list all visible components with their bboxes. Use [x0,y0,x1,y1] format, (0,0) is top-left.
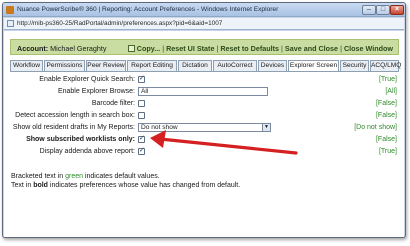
old-drafts-select[interactable]: Do not show ▼ [138,123,271,132]
tab-dictation[interactable]: Dictation [178,60,212,71]
legend: Bracketed text in green indicates defaul… [11,172,240,190]
pref-row: Enable Explorer Browse: All [All] [10,87,399,97]
url-text[interactable]: http://mib-ps360-25/RadPortal/admin/pref… [17,20,222,27]
minimize-icon[interactable]: – [362,5,376,15]
barcode-filter-checkbox[interactable] [138,100,145,107]
pref-label: Enable Explorer Browse: [57,88,135,95]
reset-to-defaults-link[interactable]: Reset to Defaults [220,44,279,53]
default-value: [False] [375,100,397,107]
legend-line-1: Bracketed text in green indicates defaul… [11,173,160,180]
tab-devices[interactable]: Devices [258,60,287,71]
addenda-above-checkbox[interactable] [138,146,145,155]
ie-app-icon [6,6,14,14]
subscribed-worklists-checkbox[interactable] [138,134,145,143]
tab-permissions[interactable]: Permissions [44,60,85,71]
tab-autocorrect[interactable]: AutoCorrect [213,60,257,71]
pref-label: Show old resident drafts in My Reports: [12,124,135,131]
default-value: [True] [378,148,397,155]
default-value: [All] [385,88,397,95]
copy-icon[interactable] [127,45,135,52]
detect-accession-checkbox[interactable] [138,112,145,119]
default-value: [False] [375,136,397,143]
account-bar: Account: Michael Geraghty Copy... | Reset … [10,39,399,55]
reset-ui-state-link[interactable]: Reset UI State [166,44,214,53]
pref-row: Show subscribed worklists only: [False] [10,134,399,145]
default-value: [True] [378,76,397,83]
address-bar[interactable]: http://mib-ps360-25/RadPortal/admin/pref… [4,18,404,30]
tab-workflow[interactable]: Workflow [10,60,43,71]
close-window-link[interactable]: Close Window [344,44,393,53]
tab-divider [10,71,399,72]
legend-line-2: Text in bold indicates preferences whose… [11,182,241,189]
pref-row: Enable Explorer Quick Search: [True] [10,74,399,85]
pref-label: Detect accession length in search box: [15,112,135,119]
tab-peer-review[interactable]: Peer Review [86,60,126,71]
account-actions: Copy... | Reset UI State | Reset to Defaults… [127,44,393,53]
pref-label: Enable Explorer Quick Search: [39,76,135,83]
dropdown-arrow-icon[interactable]: ▼ [262,124,270,131]
default-value: [Do not show] [354,124,397,131]
tab-report-editing[interactable]: Report Editing [127,60,177,71]
pref-label: Show subscribed worklists only: [26,136,135,143]
window-title: Nuance PowerScribe® 360 | Reporting: Acc… [17,6,279,13]
pref-row: Show old resident drafts in My Reports: … [10,123,399,133]
account-label: Account: Michael Geraghty [17,44,107,53]
page-icon [7,20,14,27]
pref-row: Barcode filter: [False] [10,99,399,109]
maximize-icon[interactable]: □ [376,5,390,15]
tab-acq-lmq[interactable]: ACQ/LMQ [370,60,401,71]
page-content: Account: Michael Geraghty Copy... | Reset … [4,31,404,237]
explorer-browse-input[interactable]: All [138,87,268,96]
account-name: Michael Geraghty [50,44,107,53]
pref-row: Display addenda above report: [True] [10,146,399,157]
default-value: [False] [375,112,397,119]
quick-search-checkbox[interactable] [138,74,145,83]
pref-label: Barcode filter: [91,100,135,107]
browser-window: Nuance PowerScribe® 360 | Reporting: Acc… [2,2,406,238]
copy-link[interactable]: Copy... [137,44,160,53]
close-icon[interactable]: × [390,5,404,15]
pref-row: Detect accession length in search box: [… [10,111,399,121]
title-bar: Nuance PowerScribe® 360 | Reporting: Acc… [3,3,405,17]
pref-label: Display addenda above report: [39,148,135,155]
preference-tabs: Workflow Permissions Peer Review Report … [10,60,401,72]
save-and-close-link[interactable]: Save and Close [285,44,338,53]
tab-security[interactable]: Security [340,60,369,71]
